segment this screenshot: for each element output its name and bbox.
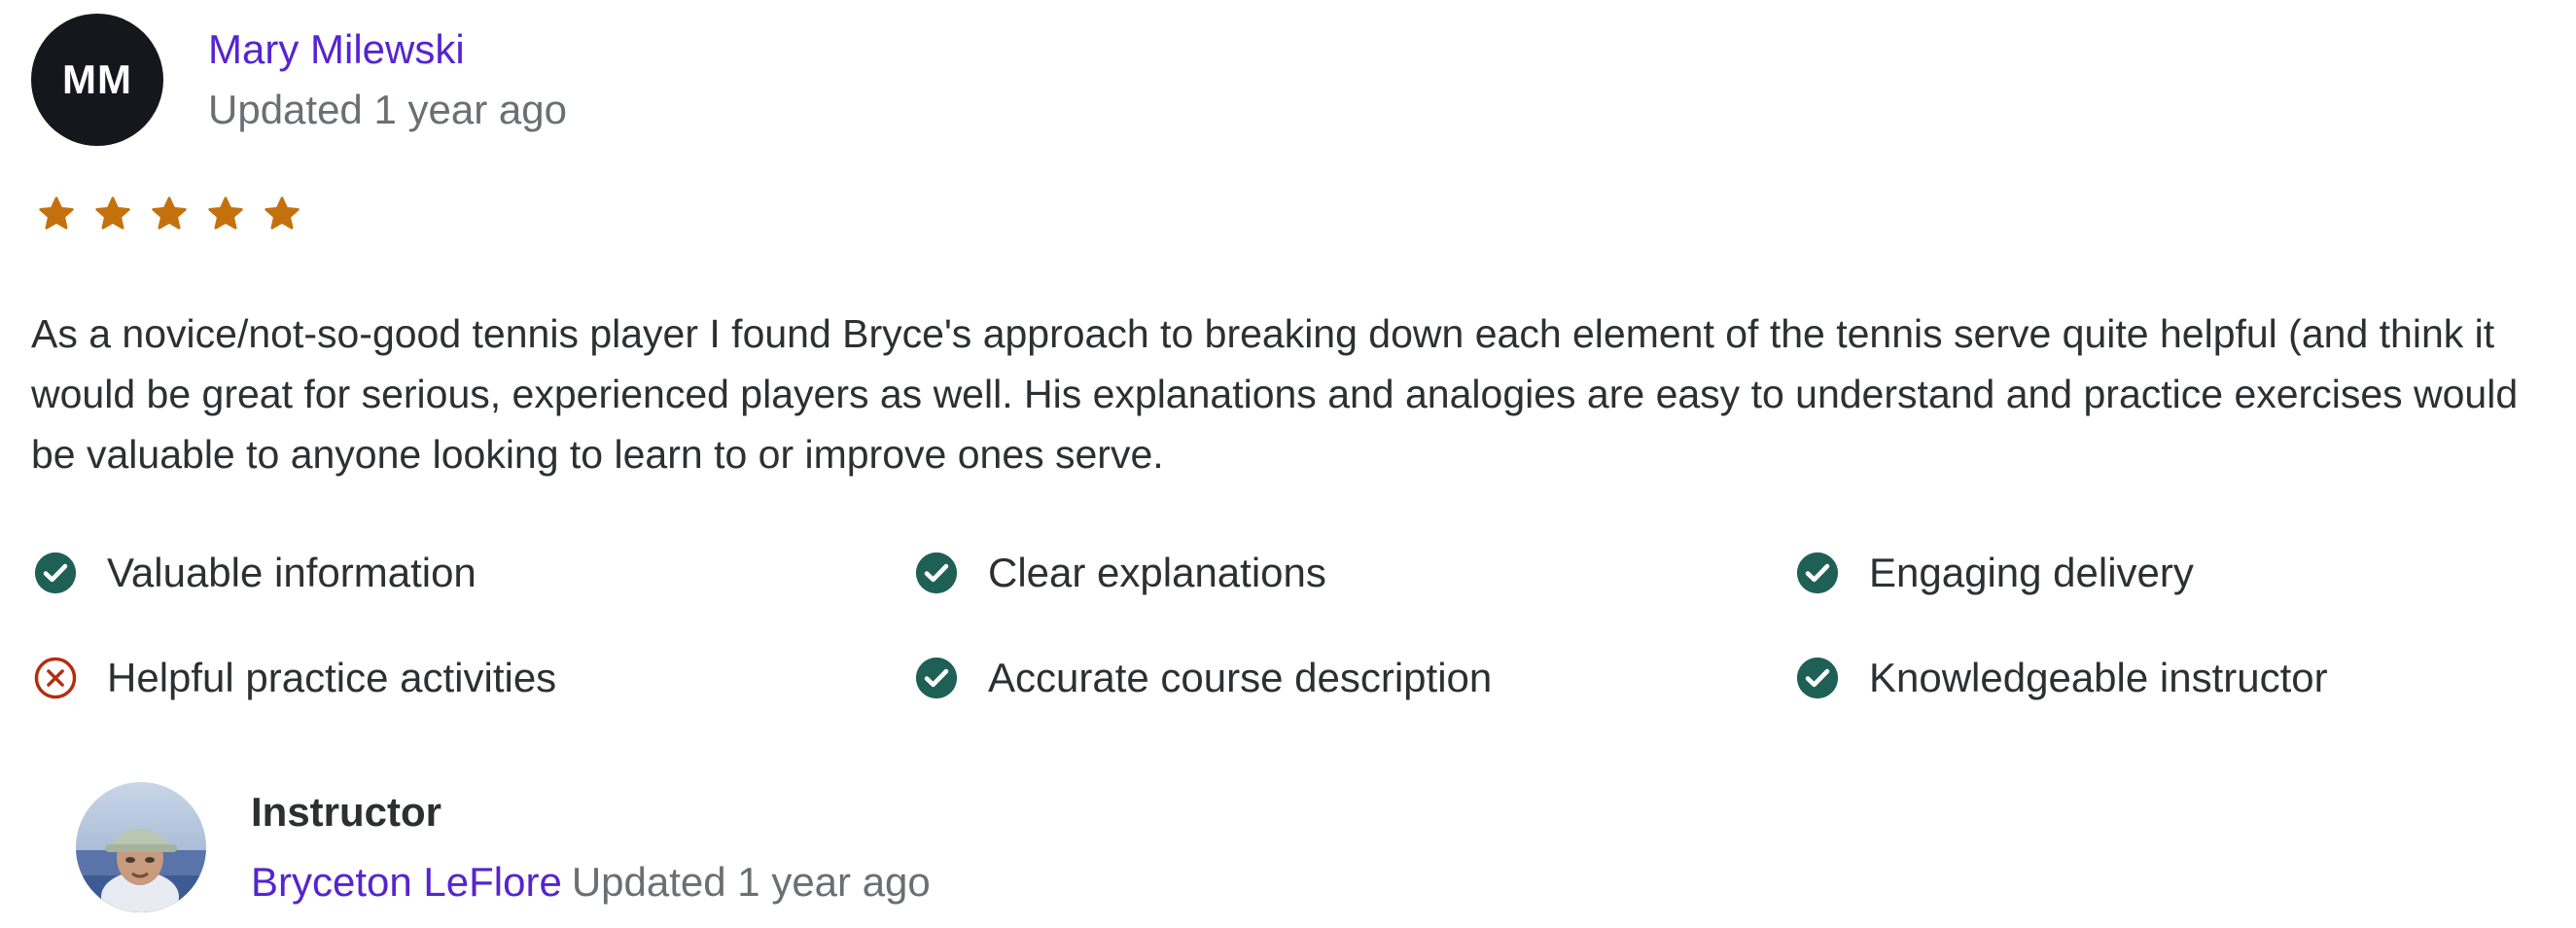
reviewer-name-link[interactable]: Mary Milewski [208,19,567,80]
check-circle-icon [914,656,959,700]
check-circle-icon [1795,551,1840,595]
star-rating [37,195,301,233]
check-circle-icon [33,551,78,595]
instructor-response: Instructor Bryceton LeFlore Updated 1 yea… [76,782,931,912]
star-icon [206,195,245,233]
instructor-photo [76,782,206,912]
review-text: As a novice/not-so-good tennis player I … [31,311,2519,477]
instructor-response-timestamp: Updated 1 year ago [571,859,931,905]
reviewer-avatar: MM [31,14,163,146]
star-icon [93,195,132,233]
reviewer-meta: Mary Milewski Updated 1 year ago [208,19,567,140]
review-timestamp: Updated 1 year ago [208,87,567,132]
review-attribute-label: Knowledgeable instructor [1869,655,2328,700]
instructor-byline: Bryceton LeFlore Updated 1 year ago [251,852,931,912]
review-attribute-item: Helpful practice activities [33,655,914,700]
instructor-avatar [76,782,206,912]
review-attribute-label: Accurate course description [988,655,1493,700]
star-icon [263,195,301,233]
check-circle-icon [914,551,959,595]
reviewer-initials: MM [62,56,132,102]
review-attribute-label: Clear explanations [988,550,1326,595]
review-card: MM Mary Milewski Updated 1 year ago As a… [0,0,2576,928]
review-attributes: Valuable information Clear explanations En… [33,550,2542,700]
review-attribute-item: Clear explanations [914,550,1795,595]
review-attribute-item: Engaging delivery [1795,550,2542,595]
star-icon [150,195,189,233]
review-attribute-label: Engaging delivery [1869,550,2194,595]
instructor-role-label: Instructor [251,789,442,835]
review-attribute-label: Helpful practice activities [107,655,557,700]
reviewer-header: MM Mary Milewski Updated 1 year ago [31,14,567,146]
review-attribute-item: Accurate course description [914,655,1795,700]
review-attribute-item: Valuable information [33,550,914,595]
instructor-name-link[interactable]: Bryceton LeFlore [251,859,562,905]
review-attribute-label: Valuable information [107,550,476,595]
check-circle-icon [1795,656,1840,700]
review-attribute-item: Knowledgeable instructor [1795,655,2542,700]
x-circle-icon [33,656,78,700]
star-icon [37,195,76,233]
instructor-meta: Instructor Bryceton LeFlore Updated 1 yea… [251,782,931,912]
